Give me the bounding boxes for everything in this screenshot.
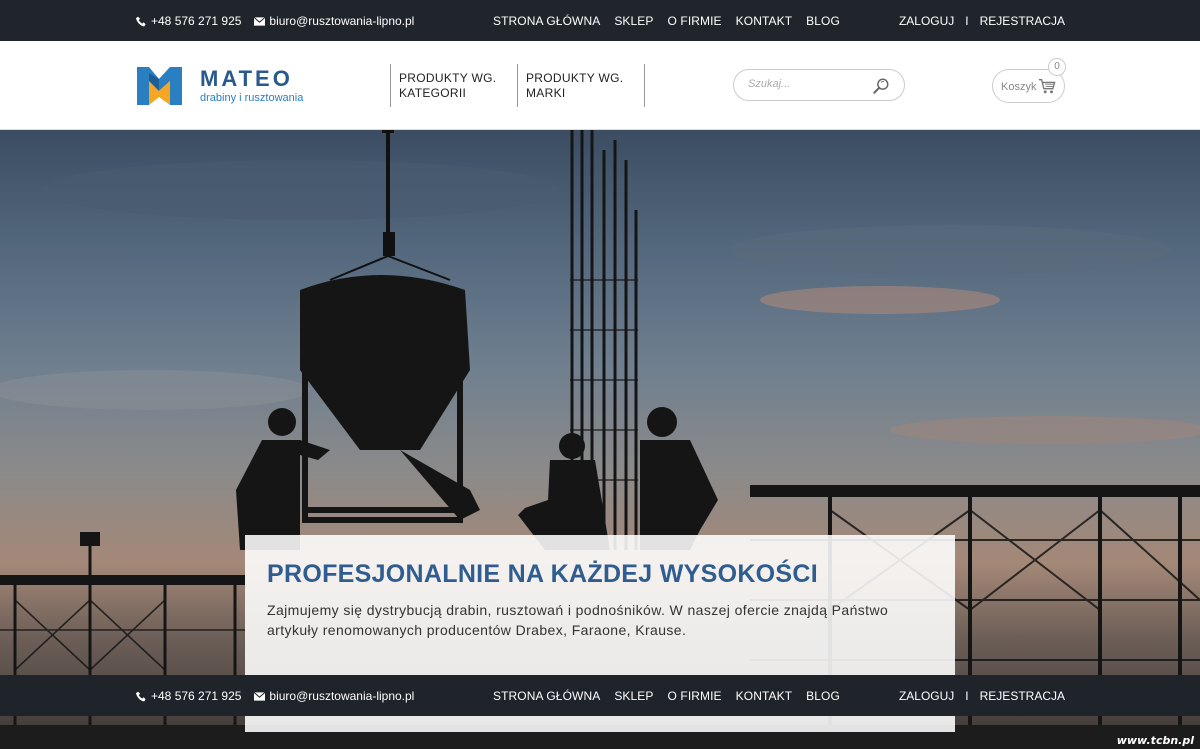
top-bar: +48 576 271 925 biuro@rusztowania-lipno.… xyxy=(0,0,1200,41)
sticky-email-link[interactable]: biuro@rusztowania-lipno.pl xyxy=(254,689,414,703)
envelope-icon xyxy=(254,16,266,26)
watermark: www.tcbn.pl xyxy=(1116,734,1194,747)
search-box xyxy=(733,69,905,101)
magnifier-icon[interactable] xyxy=(872,77,890,95)
logo-name: MATEO xyxy=(200,65,293,91)
phone-icon xyxy=(136,691,146,701)
cart-count-badge: 0 xyxy=(1048,58,1066,76)
nav-home[interactable]: STRONA GŁÓWNA xyxy=(493,14,600,28)
sticky-login-link[interactable]: ZALOGUJ xyxy=(899,689,954,703)
menu-products-by-brand[interactable]: PRODUKTY WG. MARKI xyxy=(517,64,645,107)
envelope-icon xyxy=(254,691,266,701)
phone-link[interactable]: +48 576 271 925 xyxy=(136,14,241,28)
login-link[interactable]: ZALOGUJ xyxy=(899,14,954,28)
menu-products-by-category[interactable]: PRODUKTY WG. KATEGORII xyxy=(390,64,517,107)
sticky-phone-link[interactable]: +48 576 271 925 xyxy=(136,689,241,703)
contact-info: +48 576 271 925 biuro@rusztowania-lipno.… xyxy=(136,14,414,28)
email-text: biuro@rusztowania-lipno.pl xyxy=(269,14,415,28)
sticky-nav-home[interactable]: STRONA GŁÓWNA xyxy=(493,689,600,703)
sticky-nav-shop[interactable]: SKLEP xyxy=(614,689,653,703)
top-nav: STRONA GŁÓWNA SKLEP O FIRMIE KONTAKT BLO… xyxy=(493,14,854,28)
sticky-nav-contact[interactable]: KONTAKT xyxy=(736,689,792,703)
site-header: MATEO drabiny i rusztowania PRODUKTY WG.… xyxy=(0,41,1200,130)
sticky-bar: +48 576 271 925 biuro@rusztowania-lipno.… xyxy=(0,675,1200,716)
hero-banner: PROFESJONALNIE NA KAŻDEJ WYSOKOŚCI Zajmu… xyxy=(0,130,1200,749)
cart-label: Koszyk xyxy=(1001,81,1037,93)
phone-icon xyxy=(136,16,146,26)
sticky-register-link[interactable]: REJESTRACJA xyxy=(980,689,1065,703)
auth-links: ZALOGUJ I REJESTRACJA xyxy=(899,14,1065,28)
sticky-phone-text: +48 576 271 925 xyxy=(151,689,242,703)
search-input[interactable] xyxy=(748,78,868,90)
logo-tagline: drabiny i rusztowania xyxy=(200,91,304,104)
email-link[interactable]: biuro@rusztowania-lipno.pl xyxy=(254,14,414,28)
phone-text: +48 576 271 925 xyxy=(151,14,242,28)
sticky-email-text: biuro@rusztowania-lipno.pl xyxy=(269,689,415,703)
sticky-auth-links: ZALOGUJ I REJESTRACJA xyxy=(899,689,1065,703)
cart-icon xyxy=(1038,79,1056,94)
sticky-auth-separator: I xyxy=(965,689,969,703)
register-link[interactable]: REJESTRACJA xyxy=(980,14,1065,28)
sticky-nav: STRONA GŁÓWNA SKLEP O FIRMIE KONTAKT BLO… xyxy=(493,689,854,703)
nav-contact[interactable]: KONTAKT xyxy=(736,14,792,28)
sticky-nav-blog[interactable]: BLOG xyxy=(806,689,840,703)
nav-shop[interactable]: SKLEP xyxy=(614,14,653,28)
cart-button[interactable]: Koszyk 0 xyxy=(992,58,1066,103)
hero-title: PROFESJONALNIE NA KAŻDEJ WYSOKOŚCI xyxy=(267,560,818,588)
auth-separator: I xyxy=(965,14,969,28)
nav-blog[interactable]: BLOG xyxy=(806,14,840,28)
hero-description: Zajmujemy się dystrybucją drabin, ruszto… xyxy=(267,602,889,638)
sticky-nav-about[interactable]: O FIRMIE xyxy=(668,689,722,703)
sticky-contact-info: +48 576 271 925 biuro@rusztowania-lipno.… xyxy=(136,689,414,703)
logo[interactable]: MATEO drabiny i rusztowania xyxy=(137,63,303,107)
nav-about[interactable]: O FIRMIE xyxy=(668,14,722,28)
logo-mark-icon xyxy=(137,67,182,105)
